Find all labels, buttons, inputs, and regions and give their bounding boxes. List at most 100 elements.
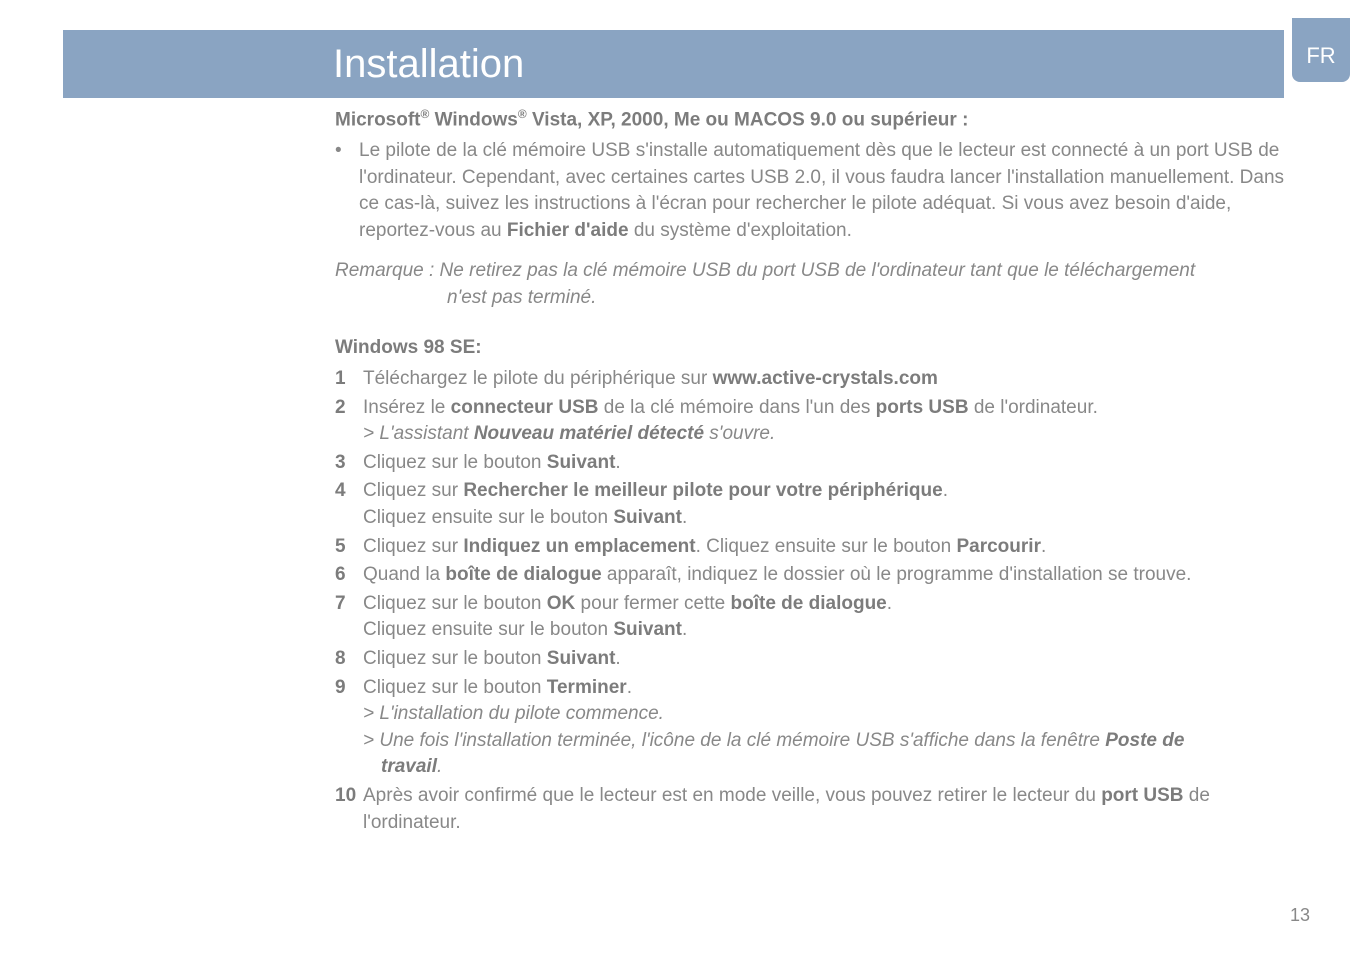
- step-body: Après avoir confirmé que le lecteur est …: [363, 783, 1290, 836]
- text-bold: Terminer: [547, 677, 627, 698]
- step-body: Cliquez sur le bouton OK pour fermer cet…: [363, 591, 1290, 644]
- text: Insérez le: [363, 397, 451, 418]
- step-body: Téléchargez le pilote du périphérique su…: [363, 366, 1290, 393]
- url-text: www.active-crystals.com: [713, 368, 938, 389]
- text: Vista, XP, 2000, Me ou MACOS 9.0 ou supé…: [527, 109, 969, 130]
- text: Cliquez sur le bouton: [363, 452, 547, 473]
- text-italic: > L'assistant: [363, 423, 474, 444]
- step-number: 10: [335, 783, 363, 836]
- step-number: 8: [335, 646, 363, 673]
- text-bold: Fichier d'aide: [507, 220, 629, 241]
- steps-list: 1 Téléchargez le pilote du périphérique …: [335, 366, 1290, 836]
- step-number: 3: [335, 450, 363, 477]
- remark-line1: Remarque : Ne retirez pas la clé mémoire…: [335, 258, 1290, 285]
- text: Cliquez ensuite sur le bouton: [363, 619, 613, 640]
- text: Quand la: [363, 564, 445, 585]
- sub-line: Cliquez ensuite sur le bouton Suivant.: [363, 505, 1290, 532]
- text: du système d'exploitation.: [629, 220, 852, 241]
- step-6: 6 Quand la boîte de dialogue apparaît, i…: [335, 562, 1290, 589]
- text: de la clé mémoire dans l'un des: [598, 397, 875, 418]
- text: .: [615, 648, 620, 669]
- sub-line: > L'installation du pilote commence.: [363, 701, 1290, 728]
- step-9: 9 Cliquez sur le bouton Terminer. > L'in…: [335, 675, 1290, 781]
- title-bar: Installation: [63, 30, 1284, 98]
- text: Cliquez sur le bouton: [363, 648, 547, 669]
- text-bold: Rechercher le meilleur pilote pour votre…: [463, 480, 942, 501]
- text-bold-italic: Poste de: [1105, 730, 1184, 751]
- step-body: Cliquez sur le bouton Terminer. > L'inst…: [363, 675, 1290, 781]
- step-7: 7 Cliquez sur le bouton OK pour fermer c…: [335, 591, 1290, 644]
- step-number: 1: [335, 366, 363, 393]
- step-number: 4: [335, 478, 363, 531]
- text-italic: s'ouvre.: [704, 423, 775, 444]
- text-bold: Suivant: [547, 648, 616, 669]
- text: .: [1041, 536, 1046, 557]
- text-bold: port USB: [1101, 785, 1183, 806]
- bullet-item: • Le pilote de la clé mémoire USB s'inst…: [335, 138, 1290, 244]
- text-bold-italic: Nouveau matériel détecté: [474, 423, 704, 444]
- text-italic: > Une fois l'installation terminée, l'ic…: [363, 730, 1105, 751]
- text-bold: boîte de dialogue: [731, 593, 887, 614]
- section2-title: Windows 98 SE:: [335, 335, 1290, 362]
- language-tab: FR: [1292, 18, 1350, 82]
- language-code: FR: [1306, 43, 1335, 69]
- step-body: Quand la boîte de dialogue apparaît, ind…: [363, 562, 1290, 589]
- text-bold: Suivant: [613, 507, 682, 528]
- step-10: 10 Après avoir confirmé que le lecteur e…: [335, 783, 1290, 836]
- remark-note: Remarque : Ne retirez pas la clé mémoire…: [335, 258, 1290, 311]
- text: . Cliquez ensuite sur le bouton: [696, 536, 957, 557]
- text: pour fermer cette: [575, 593, 730, 614]
- text-bold: Suivant: [547, 452, 616, 473]
- text: .: [682, 507, 687, 528]
- sub-line: travail.: [363, 754, 1290, 781]
- text: .: [615, 452, 620, 473]
- text: Cliquez sur le bouton: [363, 677, 547, 698]
- section1-title: Microsoft® Windows® Vista, XP, 2000, Me …: [335, 106, 1290, 134]
- text-bold: OK: [547, 593, 576, 614]
- text: Après avoir confirmé que le lecteur est …: [363, 785, 1101, 806]
- step-body: Insérez le connecteur USB de la clé mémo…: [363, 395, 1290, 448]
- step-body: Cliquez sur Rechercher le meilleur pilot…: [363, 478, 1290, 531]
- page-header: Installation FR: [63, 30, 1350, 98]
- text-bold: connecteur USB: [451, 397, 599, 418]
- text: Windows: [429, 109, 518, 130]
- step-body: Cliquez sur le bouton Suivant.: [363, 450, 1290, 477]
- registered-symbol: ®: [518, 107, 527, 121]
- bullet-mark: •: [335, 138, 359, 244]
- step-2: 2 Insérez le connecteur USB de la clé mé…: [335, 395, 1290, 448]
- text: apparaît, indiquez le dossier où le prog…: [602, 564, 1192, 585]
- text-bold: ports USB: [876, 397, 969, 418]
- step-8: 8 Cliquez sur le bouton Suivant.: [335, 646, 1290, 673]
- text: Cliquez sur: [363, 536, 463, 557]
- sub-line: > Une fois l'installation terminée, l'ic…: [363, 728, 1290, 755]
- step-number: 2: [335, 395, 363, 448]
- step-3: 3 Cliquez sur le bouton Suivant.: [335, 450, 1290, 477]
- step-1: 1 Téléchargez le pilote du périphérique …: [335, 366, 1290, 393]
- text: Cliquez sur: [363, 480, 463, 501]
- step-body: Cliquez sur le bouton Suivant.: [363, 646, 1290, 673]
- sub-line: > L'assistant Nouveau matériel détecté s…: [363, 421, 1290, 448]
- step-number: 9: [335, 675, 363, 781]
- step-number: 7: [335, 591, 363, 644]
- text: .: [627, 677, 632, 698]
- text-bold-italic: travail: [381, 756, 437, 777]
- text-bold: boîte de dialogue: [445, 564, 601, 585]
- text-bold: Parcourir: [956, 536, 1040, 557]
- text: .: [887, 593, 892, 614]
- step-4: 4 Cliquez sur Rechercher le meilleur pil…: [335, 478, 1290, 531]
- text: Cliquez ensuite sur le bouton: [363, 507, 613, 528]
- text: .: [682, 619, 687, 640]
- text-bold: Indiquez un emplacement: [463, 536, 695, 557]
- content-area: Microsoft® Windows® Vista, XP, 2000, Me …: [335, 106, 1290, 838]
- step-number: 5: [335, 534, 363, 561]
- step-5: 5 Cliquez sur Indiquez un emplacement. C…: [335, 534, 1290, 561]
- text-bold: Suivant: [613, 619, 682, 640]
- text: .: [943, 480, 948, 501]
- text: Cliquez sur le bouton: [363, 593, 547, 614]
- remark-line2: n'est pas terminé.: [335, 285, 1290, 312]
- step-body: Cliquez sur Indiquez un emplacement. Cli…: [363, 534, 1290, 561]
- bullet-text: Le pilote de la clé mémoire USB s'instal…: [359, 138, 1290, 244]
- text: Microsoft: [335, 109, 421, 130]
- text-italic: .: [437, 756, 442, 777]
- page-number: 13: [1290, 905, 1310, 926]
